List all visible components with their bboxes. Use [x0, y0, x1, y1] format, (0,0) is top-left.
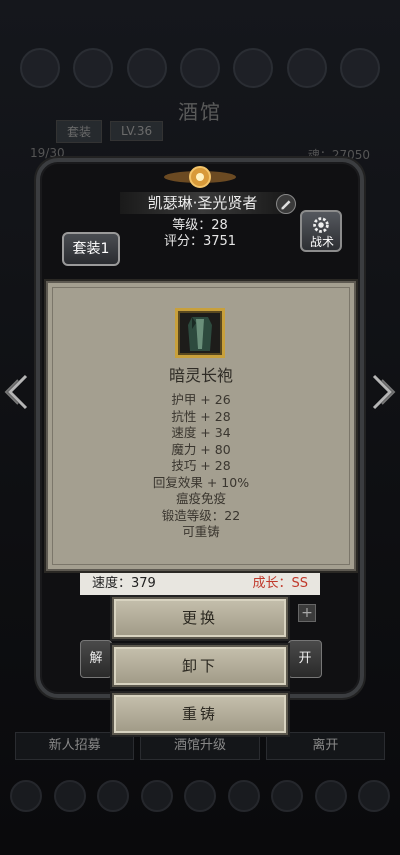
right-side-button[interactable]: 开 [288, 640, 322, 678]
nav-icon [314, 780, 347, 812]
speed-growth-row: 速度：379 成长：SS [80, 573, 320, 595]
stat-forge-level: 锻造等级：22 [161, 507, 241, 523]
set-button[interactable]: 套装1 [62, 232, 120, 266]
set-tab: 套装 [56, 119, 103, 143]
replace-button[interactable]: 更换 [112, 597, 288, 639]
nav-icon [10, 780, 42, 812]
menu-icon [179, 48, 220, 88]
nav-icon [184, 780, 216, 812]
stat-plague-immunity: 瘟疫免疫 [175, 491, 226, 506]
menu-icon [339, 48, 380, 88]
item-name: 暗灵长袍 [168, 366, 233, 385]
bottom-bar: 新人招募 酒馆升级 离开 [15, 732, 385, 760]
tactic-label: 战术 [309, 235, 334, 249]
nav-icon [227, 780, 260, 812]
next-hero-arrow-icon[interactable] [368, 374, 396, 410]
upgrade-button: 酒馆升级 [140, 732, 260, 760]
nav-icon [140, 780, 173, 812]
nav-icon [271, 780, 303, 812]
stat-magic: 魔力 + 80 [171, 441, 231, 457]
menu-icon [73, 48, 114, 88]
bottom-nav-icons [10, 780, 390, 820]
nav-icon [53, 780, 86, 812]
speed-value: 速度：379 [92, 576, 156, 591]
hero-name: 凯瑟琳·圣光贤者 [120, 192, 285, 214]
top-menu-icons [20, 48, 380, 92]
leave-button: 离开 [265, 732, 385, 760]
nav-icon [97, 780, 129, 812]
menu-icon [20, 48, 60, 88]
recruit-button: 新人招募 [15, 732, 135, 760]
stat-resistance: 抗性 + 28 [171, 408, 231, 424]
growth-value: 成长：SS [252, 576, 308, 591]
reforge-button[interactable]: 重铸 [112, 693, 288, 735]
nav-icon [358, 780, 390, 812]
stat-reforgeable: 可重铸 [182, 524, 220, 539]
stat-recovery: 回复效果 + 10% [152, 474, 250, 490]
frame-ornament-icon [164, 166, 236, 188]
stat-speed: 速度 + 34 [171, 425, 231, 440]
plus-button[interactable]: + [298, 604, 316, 622]
menu-icon [286, 48, 327, 88]
left-side-button[interactable]: 解 [80, 640, 112, 678]
unequip-button[interactable]: 卸下 [112, 645, 288, 687]
previous-hero-arrow-icon[interactable] [4, 374, 32, 410]
hero-score: 评分：3751 [163, 234, 237, 249]
stat-skill: 技巧 + 28 [171, 458, 231, 473]
level-badge: LV.36 [110, 121, 164, 141]
item-stats-list: 护甲 + 26 抗性 + 28 速度 + 34 魔力 + 80 技巧 + 28 … [46, 392, 356, 541]
menu-icon [126, 48, 167, 88]
menu-icon [233, 48, 274, 88]
robe-item-icon [175, 308, 225, 358]
edit-name-icon[interactable] [276, 194, 296, 214]
stat-armor: 护甲 + 26 [171, 392, 231, 407]
tavern-bar: 套装 LV.36 [56, 119, 346, 143]
